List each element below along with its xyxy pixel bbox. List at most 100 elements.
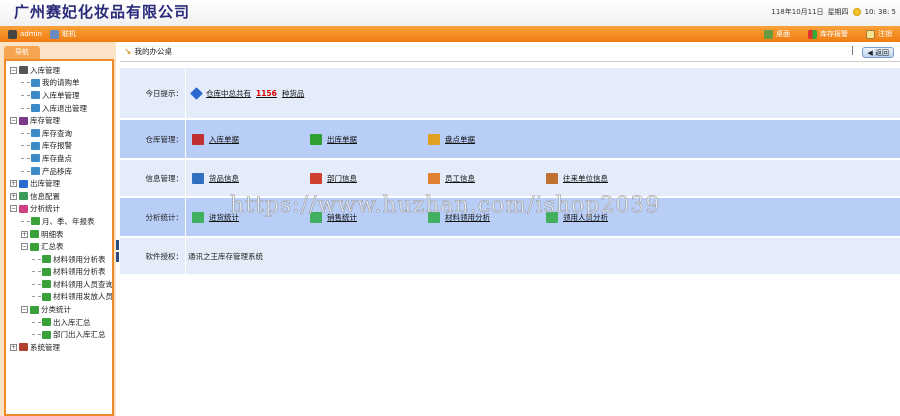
tree-item-label: 汇总表	[41, 242, 64, 252]
shortcut-label: 出库单据	[327, 134, 357, 144]
section-row: 仓库管理： 入库单据 出库单据 盘点单据	[120, 120, 900, 160]
tree-node-icon	[42, 280, 51, 289]
tree-item[interactable]: + 出库管理	[6, 177, 112, 190]
tree-node-icon	[31, 217, 40, 226]
tree-item[interactable]: 部门出入库汇总	[6, 328, 112, 341]
tree-item-label: 分析统计	[30, 204, 60, 214]
breadcrumb: ↘ 我的办公桌	[120, 42, 900, 62]
shortcut-link[interactable]: 出库单据	[310, 133, 357, 145]
tree-line	[21, 145, 30, 147]
tree-node-icon	[31, 141, 40, 150]
splitter-grip[interactable]	[116, 240, 119, 250]
row-label: 今日提示：	[120, 68, 186, 118]
stock-alert-button[interactable]: 库存报警	[808, 29, 848, 39]
shortcut-label: 领用人员分析	[563, 212, 608, 222]
shortcut-link[interactable]: 盘点单据	[428, 133, 475, 145]
expand-toggle-icon[interactable]: +	[21, 230, 28, 238]
tree-item[interactable]: − 库存管理	[6, 114, 112, 127]
tree-item-label: 我的请购单	[42, 78, 80, 88]
count-prefix: 仓库中总共有	[206, 88, 251, 98]
tree-item[interactable]: 入库退出管理	[6, 102, 112, 115]
arrow-icon: ↘	[124, 46, 132, 57]
logout-button[interactable]: 注销	[866, 29, 892, 39]
tree-item[interactable]: 入库单管理	[6, 89, 112, 102]
tree-item[interactable]: 出入库汇总	[6, 316, 112, 329]
tree-item[interactable]: − 入库管理	[6, 64, 112, 77]
tree-item[interactable]: 产品移库	[6, 165, 112, 178]
section-row: 信息管理： 货品信息 部门信息 员工信息 往来单位信息	[120, 160, 900, 198]
shortcut-icon	[310, 133, 322, 145]
row-label: 分析统计：	[120, 198, 186, 236]
tree-item-label: 分类统计	[41, 305, 71, 315]
product-count-link[interactable]: 仓库中总共有 1156 种货品	[190, 86, 304, 100]
tree-node-icon	[31, 129, 40, 138]
back-button[interactable]: ◀ 返回	[862, 47, 894, 58]
tree-line	[21, 82, 30, 84]
top-toolbar: admin 联机 桌面 库存报警 注销	[0, 26, 900, 42]
tree-item[interactable]: + 系统管理	[6, 341, 112, 354]
tree-item-label: 材料领用分析表	[53, 254, 106, 264]
shortcut-link[interactable]: 往来单位信息	[546, 172, 608, 184]
tree-item[interactable]: 材料领用人员查询	[6, 278, 112, 291]
tab-navigation[interactable]: 导航	[4, 46, 40, 59]
breadcrumb-label: 我的办公桌	[134, 47, 173, 56]
license-row: 软件授权： 通讯之王库存管理系统	[120, 238, 900, 276]
tree-item[interactable]: 我的请购单	[6, 77, 112, 90]
expand-toggle-icon[interactable]: +	[10, 343, 17, 351]
datetime: 118年10月11日 星期四 10: 38: 5	[771, 7, 896, 17]
tree-item-label: 入库单管理	[42, 90, 80, 100]
expand-toggle-icon[interactable]: −	[10, 66, 17, 74]
tree-node-icon	[31, 78, 40, 87]
weekday: 星期四	[827, 8, 849, 16]
shortcut-label: 进货统计	[209, 212, 239, 222]
shortcut-label: 员工信息	[445, 173, 475, 183]
tree-item[interactable]: 库存盘点	[6, 152, 112, 165]
desktop-button[interactable]: 桌面	[764, 29, 790, 39]
shortcut-link[interactable]: 进货统计	[192, 211, 239, 223]
shortcut-link[interactable]: 领用人员分析	[546, 211, 608, 223]
shortcut-link[interactable]: 员工信息	[428, 172, 475, 184]
section-row: 分析统计： 进货统计 销售统计 材料领用分析 领用人员分析	[120, 198, 900, 238]
tree-item[interactable]: 库存查询	[6, 127, 112, 140]
tree-item[interactable]: + 明细表	[6, 228, 112, 241]
shortcut-link[interactable]: 材料领用分析	[428, 211, 490, 223]
tree-line	[32, 321, 41, 323]
shortcut-icon	[192, 133, 204, 145]
tree-item[interactable]: − 分类统计	[6, 303, 112, 316]
tree-item[interactable]: 月、季、年报表	[6, 215, 112, 228]
desktop-label: 桌面	[776, 30, 790, 38]
expand-toggle-icon[interactable]: +	[10, 180, 17, 188]
tree-item[interactable]: 材料领用分析表	[6, 266, 112, 279]
shortcut-icon	[428, 172, 440, 184]
tree-item[interactable]: − 汇总表	[6, 240, 112, 253]
splitter-grip[interactable]	[116, 252, 119, 262]
expand-toggle-icon[interactable]: +	[10, 192, 17, 200]
tree-item[interactable]: 库存报警	[6, 140, 112, 153]
license-value: 通讯之王库存管理系统	[188, 251, 263, 261]
tree-item[interactable]: 材料领用发放人员	[6, 291, 112, 304]
shortcut-link[interactable]: 货品信息	[192, 172, 239, 184]
tree-item-label: 材料领用发放人员	[53, 292, 112, 302]
shortcut-label: 货品信息	[209, 173, 239, 183]
sidebar: 导航 − 入库管理 我的请购单入库单管理入库退出管理 − 库存管理 库存查询库存报警 库存盘…	[0, 42, 116, 416]
tree-item[interactable]: + 信息配置	[6, 190, 112, 203]
tree-node-icon	[19, 192, 28, 201]
divider: |	[850, 46, 854, 56]
expand-toggle-icon[interactable]: −	[21, 306, 28, 314]
tree-item[interactable]: 材料领用分析表	[6, 253, 112, 266]
tree-node-icon	[31, 104, 40, 113]
shortcut-link[interactable]: 部门信息	[310, 172, 357, 184]
tree-node-icon	[19, 179, 28, 188]
shortcut-link[interactable]: 销售统计	[310, 211, 357, 223]
shortcut-label: 盘点单据	[445, 134, 475, 144]
tree-node-icon	[42, 255, 51, 264]
expand-toggle-icon[interactable]: −	[10, 117, 17, 125]
tree-line	[32, 283, 41, 285]
tree-line	[21, 132, 30, 134]
tree-item-label: 库存查询	[42, 128, 72, 138]
expand-toggle-icon[interactable]: −	[21, 243, 28, 251]
tree-node-icon	[19, 204, 28, 213]
expand-toggle-icon[interactable]: −	[10, 205, 17, 213]
shortcut-link[interactable]: 入库单据	[192, 133, 239, 145]
tree-item[interactable]: − 分析统计	[6, 203, 112, 216]
